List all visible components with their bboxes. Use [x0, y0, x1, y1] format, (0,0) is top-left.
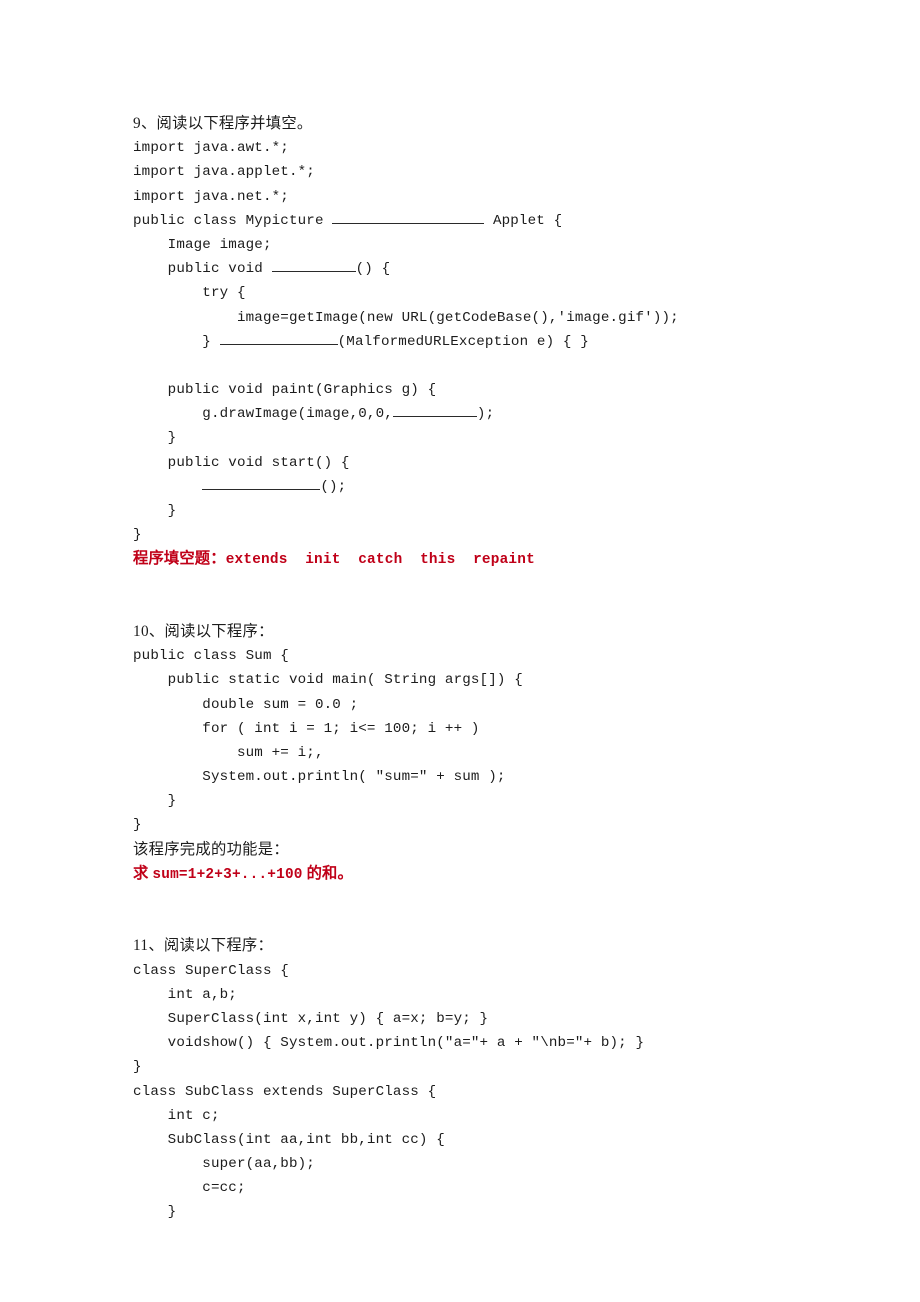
code-text: public void — [133, 261, 272, 278]
code-line: try { — [133, 285, 246, 302]
code-line: for ( int i = 1; i<= 100; i ++ ) — [133, 720, 480, 737]
code-line: super(aa,bb); — [133, 1156, 315, 1173]
code-text: () { — [355, 261, 391, 278]
code-line: } — [133, 1204, 177, 1221]
code-text: (MalformedURLException e) { } — [337, 333, 589, 350]
code-line-drawimage: g.drawImage(image,0,0,); — [133, 402, 833, 426]
code-line: public void paint(Graphics g) { — [133, 382, 437, 399]
fill-blank-repaint[interactable] — [202, 477, 321, 490]
code-line-class-declaration: public class Mypicture Applet { — [133, 209, 833, 233]
code-line: import java.applet.*; — [133, 164, 315, 181]
code-line: System.out.println( "sum=" + sum ); — [133, 769, 506, 786]
code-line-repaint-call: (); — [133, 475, 833, 499]
code-line-method-declaration: public void () { — [133, 257, 833, 281]
code-line: class SubClass extends SuperClass { — [133, 1083, 437, 1100]
code-line: Image image; — [133, 236, 272, 253]
code-text: ); — [476, 406, 495, 423]
question-10-prompt: 该程序完成的功能是： — [133, 840, 289, 858]
question-9-answer: 程序填空题：extends init catch this repaint — [133, 547, 833, 571]
code-line: import java.net.*; — [133, 188, 289, 205]
code-line: } — [133, 527, 142, 544]
question-9-heading: 9、阅读以下程序并填空。 — [133, 115, 313, 132]
code-line: public class Sum { — [133, 648, 289, 665]
code-line: } — [133, 793, 177, 810]
code-line: class SuperClass { — [133, 962, 289, 979]
code-line: SuperClass(int x,int y) { a=x; b=y; } — [133, 1010, 489, 1027]
code-line: import java.awt.*; — [133, 140, 289, 157]
document-page: 9、阅读以下程序并填空。 import java.awt.*; import j… — [0, 0, 920, 1302]
code-text: Applet { — [484, 212, 563, 229]
code-text: (); — [320, 478, 347, 495]
answer-values: extends init catch this repaint — [225, 552, 535, 569]
code-text: public class Mypicture — [133, 212, 333, 229]
code-line: int c; — [133, 1107, 220, 1124]
code-line: } — [133, 1059, 142, 1076]
answer-prefix: 求 — [133, 864, 153, 882]
document-content: 9、阅读以下程序并填空。 import java.awt.*; import j… — [133, 112, 833, 1225]
code-line: public static void main( String args[]) … — [133, 672, 523, 689]
code-line: double sum = 0.0 ; — [133, 696, 359, 713]
code-line: } — [133, 430, 177, 447]
code-line: public void start() { — [133, 454, 350, 471]
code-line: c=cc; — [133, 1180, 246, 1197]
fill-blank-catch[interactable] — [219, 332, 338, 345]
code-line: int a,b; — [133, 986, 237, 1003]
answer-suffix: 的和。 — [302, 864, 353, 882]
code-line: voidshow() { System.out.println("a="+ a … — [133, 1035, 645, 1052]
question-10-answer: 求 sum=1+2+3+...+100 的和。 — [133, 862, 833, 886]
code-line: SubClass(int aa,int bb,int cc) { — [133, 1131, 445, 1148]
code-text: } — [133, 333, 220, 350]
question-11-heading: 11、阅读以下程序： — [133, 937, 274, 955]
code-line: } — [133, 503, 177, 519]
answer-label: 程序填空题： — [133, 550, 226, 568]
fill-blank-this[interactable] — [392, 405, 477, 418]
fill-blank-init[interactable] — [271, 259, 356, 273]
fill-blank-extends[interactable] — [332, 211, 485, 224]
answer-expression: sum=1+2+3+...+100 — [152, 866, 303, 883]
question-10-heading: 10、阅读以下程序： — [133, 622, 274, 640]
code-line: image=getImage(new URL(getCodeBase(),'im… — [133, 309, 679, 326]
code-text: g.drawImage(image,0,0, — [133, 406, 393, 423]
code-line: sum += i;, — [133, 744, 324, 761]
code-line-catch-clause: } (MalformedURLException e) { } — [133, 330, 833, 354]
code-line: } — [133, 817, 142, 834]
